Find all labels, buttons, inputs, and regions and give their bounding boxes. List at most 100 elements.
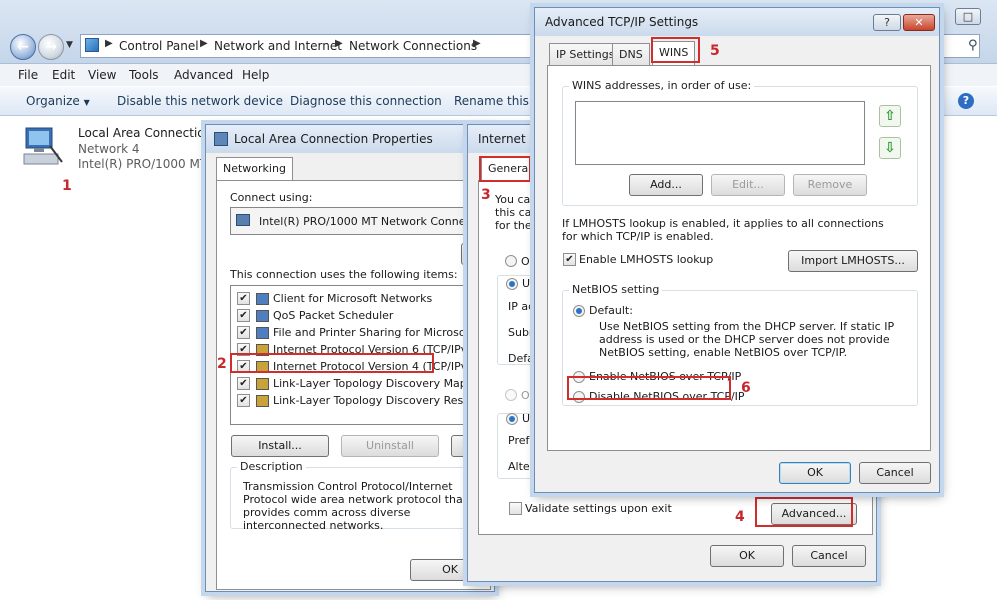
adapter-icon bbox=[236, 214, 250, 226]
description-label: Description bbox=[237, 460, 306, 473]
install-button[interactable]: Install... bbox=[231, 435, 329, 457]
ipv4-ok-button[interactable]: OK bbox=[710, 545, 784, 567]
item-checkbox[interactable]: ✔ bbox=[237, 377, 250, 390]
highlight-general-tab bbox=[479, 156, 531, 182]
connection-name: Local Area Connection bbox=[78, 126, 213, 140]
protocol-icon bbox=[256, 395, 269, 407]
ipv4-title: Internet Pr bbox=[478, 132, 542, 146]
forward-button[interactable]: → bbox=[38, 34, 64, 60]
checkmark-icon: ✔ bbox=[239, 395, 248, 406]
move-down-button[interactable]: ⇩ bbox=[879, 137, 901, 159]
network-service-icon bbox=[256, 310, 269, 322]
list-item[interactable]: ✔ QoS Packet Scheduler bbox=[231, 307, 489, 324]
network-service-icon bbox=[256, 327, 269, 339]
explorer-maximize-button[interactable]: □ bbox=[955, 8, 981, 25]
advanced-cancel-button[interactable]: Cancel bbox=[859, 462, 931, 484]
wins-edit-button[interactable]: Edit... bbox=[711, 174, 785, 196]
tab-networking[interactable]: Networking bbox=[216, 157, 293, 181]
list-item[interactable]: ✔ Client for Microsoft Networks bbox=[231, 290, 489, 307]
obtain-dns-auto-radio[interactable] bbox=[505, 389, 517, 401]
advanced-ok-button[interactable]: OK bbox=[779, 462, 851, 484]
breadcrumb-separator-icon: ▶ bbox=[105, 38, 113, 49]
ipv4-cancel-button[interactable]: Cancel bbox=[792, 545, 866, 567]
highlight-ipv4-item bbox=[230, 353, 434, 373]
item-checkbox[interactable]: ✔ bbox=[237, 309, 250, 322]
default-netbios-label: Default: bbox=[589, 304, 633, 317]
rename-connection-button[interactable]: Rename this c bbox=[454, 94, 539, 108]
connect-using-label: Connect using: bbox=[230, 191, 313, 204]
wins-add-button[interactable]: Add... bbox=[629, 174, 703, 196]
item-label: Client for Microsoft Networks bbox=[273, 292, 433, 305]
breadcrumb-separator-icon: ▶ bbox=[473, 38, 481, 49]
tab-dns[interactable]: DNS bbox=[612, 43, 650, 65]
menu-edit[interactable]: Edit bbox=[52, 68, 75, 82]
disable-device-button[interactable]: Disable this network device bbox=[117, 94, 283, 108]
connection-adapter: Intel(R) PRO/1000 MT N bbox=[78, 157, 220, 171]
intro-line-1: You can bbox=[495, 193, 538, 206]
description-text: Transmission Control Protocol/Internet P… bbox=[243, 480, 468, 532]
breadcrumb-network-connections[interactable]: Network Connections bbox=[349, 39, 477, 53]
checkmark-icon: ✔ bbox=[239, 378, 248, 389]
validate-checkbox[interactable] bbox=[509, 502, 522, 515]
networking-panel: Connect using: Intel(R) PRO/1000 MT Netw… bbox=[216, 180, 505, 590]
network-adapter-icon bbox=[23, 127, 63, 165]
item-checkbox[interactable]: ✔ bbox=[237, 394, 250, 407]
list-item[interactable]: ✔ Link-Layer Topology Discovery Respond bbox=[231, 392, 491, 409]
enable-lmhosts-label: Enable LMHOSTS lookup bbox=[579, 253, 714, 266]
item-label: Link-Layer Topology Discovery Mapper I bbox=[273, 377, 492, 390]
list-item[interactable]: ✔ Link-Layer Topology Discovery Mapper I bbox=[231, 375, 492, 392]
validate-label: Validate settings upon exit bbox=[525, 502, 672, 515]
connection-network: Network 4 bbox=[78, 142, 140, 156]
breadcrumb-separator-icon: ▶ bbox=[200, 38, 208, 49]
obtain-ip-auto-radio[interactable] bbox=[505, 255, 517, 267]
control-panel-icon bbox=[85, 38, 99, 52]
tab-ip-settings[interactable]: IP Settings bbox=[549, 43, 622, 65]
wins-remove-button[interactable]: Remove bbox=[793, 174, 867, 196]
annotation-5: 5 bbox=[710, 43, 720, 59]
local-area-connection-item[interactable]: Local Area Connection Network 4 Intel(R)… bbox=[20, 120, 220, 176]
diagnose-connection-button[interactable]: Diagnose this connection bbox=[290, 94, 442, 108]
description-group: Description Transmission Control Protoco… bbox=[230, 460, 490, 532]
menu-advanced[interactable]: Advanced bbox=[174, 68, 233, 82]
back-arrow-icon: ← bbox=[17, 39, 29, 55]
breadcrumb-separator-icon: ▶ bbox=[335, 38, 343, 49]
search-icon[interactable]: ⚲ bbox=[968, 38, 978, 53]
advanced-tcpip-dialog: Advanced TCP/IP Settings ? ✕ IP Settings… bbox=[534, 7, 940, 493]
item-checkbox[interactable]: ✔ bbox=[237, 292, 250, 305]
adapter-field: Intel(R) PRO/1000 MT Network Connection bbox=[230, 207, 493, 235]
import-lmhosts-button[interactable]: Import LMHOSTS... bbox=[788, 250, 918, 272]
menu-file[interactable]: File bbox=[18, 68, 38, 82]
enable-lmhosts-checkbox[interactable]: ✔ bbox=[563, 253, 576, 266]
advanced-title: Advanced TCP/IP Settings bbox=[545, 15, 699, 29]
item-label: QoS Packet Scheduler bbox=[273, 309, 394, 322]
close-icon: ✕ bbox=[914, 16, 924, 29]
highlight-advanced-button bbox=[755, 497, 853, 527]
items-label: This connection uses the following items… bbox=[230, 268, 458, 281]
menu-tools[interactable]: Tools bbox=[129, 68, 159, 82]
lan-properties-title: Local Area Connection Properties bbox=[234, 132, 433, 146]
menu-help[interactable]: Help bbox=[242, 68, 269, 82]
close-button[interactable]: ✕ bbox=[903, 14, 935, 31]
list-item[interactable]: ✔ File and Printer Sharing for Microsoft … bbox=[231, 324, 505, 341]
use-dns-radio[interactable] bbox=[506, 413, 518, 425]
item-checkbox[interactable]: ✔ bbox=[237, 326, 250, 339]
move-up-button[interactable]: ⇧ bbox=[879, 105, 901, 127]
network-service-icon bbox=[256, 293, 269, 305]
annotation-2: 2 bbox=[217, 356, 227, 372]
default-netbios-description: Use NetBIOS setting from the DHCP server… bbox=[599, 320, 895, 359]
menu-view[interactable]: View bbox=[88, 68, 116, 82]
adapter-name: Intel(R) PRO/1000 MT Network Connection bbox=[259, 215, 493, 228]
recent-pages-chevron-icon[interactable]: ▼ bbox=[66, 40, 73, 50]
use-ip-radio[interactable] bbox=[506, 278, 518, 290]
back-button[interactable]: ← bbox=[10, 34, 36, 60]
breadcrumb-control-panel[interactable]: Control Panel bbox=[119, 39, 199, 53]
default-netbios-radio[interactable] bbox=[573, 305, 585, 317]
breadcrumb-network-and-internet[interactable]: Network and Internet bbox=[214, 39, 342, 53]
help-icon[interactable]: ? bbox=[958, 93, 974, 109]
wins-address-list[interactable] bbox=[575, 101, 865, 165]
uninstall-button[interactable]: Uninstall bbox=[341, 435, 439, 457]
help-button[interactable]: ? bbox=[873, 14, 901, 31]
organize-button[interactable]: Organize ▼ bbox=[26, 94, 90, 108]
protocol-icon bbox=[256, 378, 269, 390]
annotation-6: 6 bbox=[741, 380, 751, 396]
